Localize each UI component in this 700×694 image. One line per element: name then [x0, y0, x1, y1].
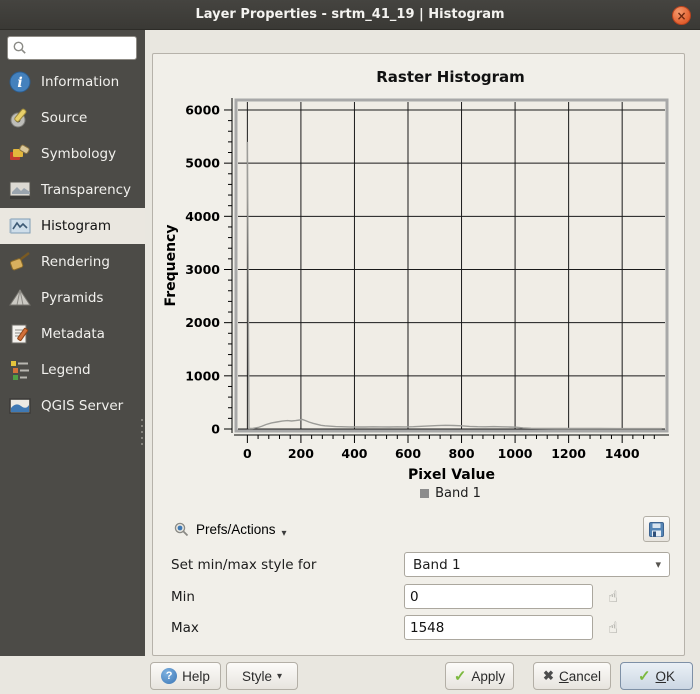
sidebar: i Information Source Symbology Transpare…	[0, 30, 145, 656]
sidebar-item-transparency[interactable]: Transparency	[0, 172, 145, 208]
sidebar-item-label: Pyramids	[41, 290, 103, 306]
svg-text:400: 400	[341, 446, 367, 461]
cancel-x-icon: ✖	[543, 668, 554, 684]
apply-button[interactable]: ✓ Apply	[445, 662, 514, 690]
sidebar-item-label: Transparency	[41, 182, 131, 198]
band-select-value: Band 1	[413, 557, 461, 573]
chart-title: Raster Histogram	[238, 68, 663, 86]
svg-text:0: 0	[211, 422, 220, 437]
svg-text:3000: 3000	[185, 262, 220, 277]
histogram-icon	[8, 214, 32, 238]
apply-check-icon: ✓	[454, 667, 467, 685]
histogram-chart[interactable]: 0 200 400 600 800 1000 1200 1400 0 1000 2000 3000 40…	[159, 96, 680, 482]
sidebar-item-label: Legend	[41, 362, 91, 378]
cancel-button[interactable]: ✖ Cancel	[533, 662, 611, 690]
svg-text:600: 600	[395, 446, 421, 461]
pyramids-icon	[8, 286, 32, 310]
help-button-label: Help	[182, 669, 210, 684]
rendering-icon	[8, 250, 32, 274]
sidebar-item-legend[interactable]: Legend	[0, 352, 145, 388]
band1-legend-swatch	[420, 489, 429, 498]
prefs-caret-icon: ▾	[282, 528, 287, 539]
svg-text:1200: 1200	[551, 446, 586, 461]
svg-text:2000: 2000	[185, 315, 220, 330]
svg-text:5000: 5000	[185, 156, 220, 171]
svg-text:6000: 6000	[185, 102, 220, 117]
help-icon: ?	[161, 668, 177, 684]
max-pick-hand-icon[interactable]: ☝	[603, 618, 623, 637]
prefs-actions-label: Prefs/Actions	[196, 522, 276, 537]
sidebar-item-qgis-server[interactable]: QGIS Server	[0, 388, 145, 424]
sidebar-item-source[interactable]: Source	[0, 100, 145, 136]
help-button[interactable]: ? Help	[150, 662, 221, 690]
sidebar-item-pyramids[interactable]: Pyramids	[0, 280, 145, 316]
cancel-button-label: Cancel	[559, 669, 601, 684]
sidebar-item-symbology[interactable]: Symbology	[0, 136, 145, 172]
histogram-panel: Raster Histogram 0 200 400 600 800 1000 1200 14…	[152, 53, 685, 656]
prefs-actions-button[interactable]: Prefs/Actions ▾	[167, 516, 293, 542]
information-icon: i	[8, 70, 32, 94]
max-label: Max	[171, 620, 199, 636]
sidebar-item-label: Source	[41, 110, 87, 126]
ok-button-label: OK	[656, 669, 676, 684]
splitter-handle[interactable]	[140, 415, 144, 449]
set-minmax-label: Set min/max style for	[171, 557, 316, 573]
style-button-label: Style	[242, 669, 272, 684]
svg-text:1000: 1000	[498, 446, 533, 461]
search-icon	[12, 40, 28, 56]
svg-text:Frequency: Frequency	[163, 225, 179, 307]
titlebar: Layer Properties - srtm_41_19 | Histogra…	[0, 0, 700, 30]
svg-text:1000: 1000	[185, 368, 220, 383]
sidebar-search[interactable]	[7, 36, 137, 60]
style-caret-icon: ▾	[277, 671, 282, 682]
band1-legend-label: Band 1	[435, 486, 481, 501]
transparency-icon	[8, 178, 32, 202]
svg-text:1400: 1400	[605, 446, 640, 461]
sidebar-item-label: Rendering	[41, 254, 110, 270]
prefs-magnifier-icon	[173, 521, 190, 538]
ok-button[interactable]: ✓ OK	[620, 662, 693, 690]
source-icon	[8, 106, 32, 130]
metadata-icon	[8, 322, 32, 346]
min-input[interactable]	[404, 584, 593, 609]
legend-icon	[8, 358, 32, 382]
svg-text:800: 800	[448, 446, 474, 461]
search-input[interactable]	[28, 41, 128, 55]
sidebar-list: i Information Source Symbology Transpare…	[0, 64, 145, 424]
sidebar-item-information[interactable]: i Information	[0, 64, 145, 100]
sidebar-item-rendering[interactable]: Rendering	[0, 244, 145, 280]
svg-text:0: 0	[243, 446, 252, 461]
apply-button-label: Apply	[471, 669, 505, 684]
sidebar-item-metadata[interactable]: Metadata	[0, 316, 145, 352]
max-input[interactable]	[404, 615, 593, 640]
qgis-server-icon	[8, 394, 32, 418]
sidebar-item-label: Symbology	[41, 146, 116, 162]
close-icon[interactable]: ×	[672, 6, 691, 25]
save-histogram-button[interactable]	[643, 516, 670, 542]
sidebar-item-histogram[interactable]: Histogram	[0, 208, 145, 244]
ok-check-icon: ✓	[638, 667, 651, 685]
band-select[interactable]: Band 1 ▾	[404, 552, 670, 577]
svg-text:4000: 4000	[185, 209, 220, 224]
sidebar-item-label: Histogram	[41, 218, 111, 234]
sidebar-item-label: Metadata	[41, 326, 105, 342]
min-label: Min	[171, 589, 195, 605]
sidebar-item-label: Information	[41, 74, 119, 90]
svg-text:200: 200	[288, 446, 314, 461]
svg-text:Pixel Value: Pixel Value	[408, 467, 495, 482]
sidebar-item-label: QGIS Server	[41, 398, 123, 414]
save-icon	[648, 521, 665, 538]
svg-text:i: i	[17, 75, 22, 91]
symbology-icon	[8, 142, 32, 166]
style-button[interactable]: Style ▾	[226, 662, 298, 690]
window-title: Layer Properties - srtm_41_19 | Histogra…	[195, 7, 504, 22]
layer-properties-dialog: Layer Properties - srtm_41_19 | Histogra…	[0, 0, 700, 694]
chevron-down-icon: ▾	[655, 558, 661, 571]
chart-legend: Band 1	[238, 484, 663, 502]
min-pick-hand-icon[interactable]: ☝	[603, 587, 623, 606]
